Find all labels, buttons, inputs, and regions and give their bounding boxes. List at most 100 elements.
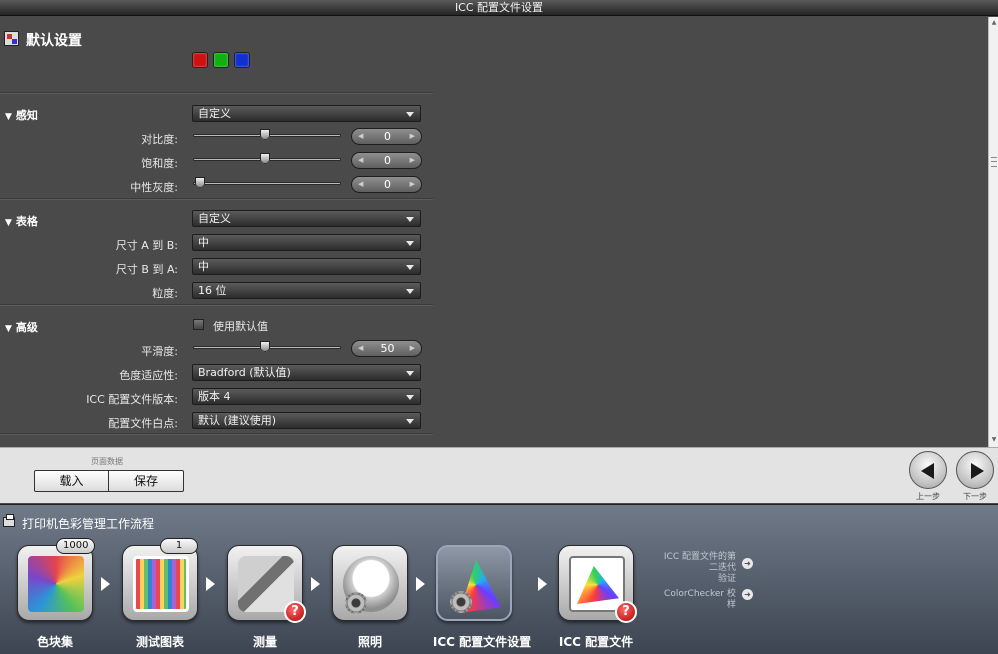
load-button[interactable]: 载入 <box>34 470 109 492</box>
increment-arrow-icon[interactable]: ▶ <box>410 156 415 164</box>
arrow-left-icon <box>921 463 934 479</box>
second-iteration-link[interactable]: ICC 配置文件的第 二迭代 验证 <box>640 552 736 585</box>
workflow-title: 打印机色彩管理工作流程 <box>22 517 155 531</box>
question-mark-icon: ? <box>615 601 637 623</box>
color-patches-icon <box>28 556 84 612</box>
second-iteration-line2: 二迭代 <box>708 563 736 573</box>
neutral-gray-stepper[interactable]: ◀ 0 ▶ <box>351 176 422 193</box>
next-step-button[interactable] <box>956 451 994 489</box>
page-title: 默认设置 <box>26 33 82 49</box>
step-patch-set-label[interactable]: 色块集 <box>10 633 100 650</box>
printer-icon <box>3 514 15 527</box>
previous-step-button[interactable] <box>909 451 947 489</box>
second-iteration-line1: ICC 配置文件的第 <box>663 552 736 562</box>
blue-channel-swatch[interactable] <box>234 52 250 68</box>
contrast-label: 对比度: <box>141 133 178 146</box>
increment-arrow-icon[interactable]: ▶ <box>410 344 415 352</box>
use-default-checkbox[interactable] <box>193 319 204 330</box>
triangle-down-icon: ▼ <box>5 112 12 122</box>
colorchecker-link[interactable]: ColorChecker 校 样 <box>640 589 736 611</box>
decrement-arrow-icon[interactable]: ◀ <box>358 344 363 352</box>
divider <box>0 433 433 435</box>
next-step-label: 下一步 <box>963 492 987 501</box>
step-icc-profile-settings-label[interactable]: ICC 配置文件设置 <box>424 633 540 650</box>
divider <box>0 198 433 200</box>
saturation-slider-thumb[interactable] <box>260 153 270 164</box>
use-default-label[interactable]: 使用默认值 <box>213 318 268 334</box>
chevron-down-icon <box>406 419 414 424</box>
table-mode-dropdown[interactable]: 自定义 <box>192 210 421 227</box>
gear-icon <box>345 592 367 614</box>
arrow-right-circle-icon[interactable]: ➜ <box>742 558 753 569</box>
icc-version-label: ICC 配置文件版本: <box>86 393 178 406</box>
section-perception-label: 感知 <box>15 109 38 122</box>
arrow-right-icon <box>971 463 984 479</box>
question-mark-icon: ? <box>284 601 306 623</box>
red-channel-swatch[interactable] <box>192 52 208 68</box>
scroll-down-icon[interactable]: ▼ <box>990 436 998 443</box>
saturation-value[interactable]: 0 <box>366 154 409 167</box>
chromatic-adaptation-dropdown[interactable]: Bradford (默认值) <box>192 364 421 381</box>
saturation-stepper[interactable]: ◀ 0 ▶ <box>351 152 422 169</box>
contrast-stepper[interactable]: ◀ 0 ▶ <box>351 128 422 145</box>
size-a-to-b-label: 尺寸 A 到 B: <box>115 239 178 252</box>
contrast-value[interactable]: 0 <box>366 130 409 143</box>
chevron-down-icon <box>406 241 414 246</box>
step-test-chart[interactable] <box>122 545 198 621</box>
section-perception-toggle[interactable]: ▼ 感知 <box>5 107 38 123</box>
smoothness-value[interactable]: 50 <box>366 342 409 355</box>
white-point-dropdown[interactable]: 默认 (建议使用) <box>192 412 421 429</box>
step-arrow-icon <box>416 577 425 591</box>
neutral-gray-slider-thumb[interactable] <box>195 177 205 188</box>
chevron-down-icon <box>406 112 414 117</box>
section-advanced-toggle[interactable]: ▼ 高级 <box>5 319 38 335</box>
neutral-gray-value[interactable]: 0 <box>366 178 409 191</box>
step-arrow-icon <box>101 577 110 591</box>
step-patch-set[interactable] <box>17 545 93 621</box>
size-a-to-b-dropdown[interactable]: 中 <box>192 234 421 251</box>
increment-arrow-icon[interactable]: ▶ <box>410 180 415 188</box>
size-b-to-a-dropdown[interactable]: 中 <box>192 258 421 275</box>
step-icc-profile-settings[interactable] <box>436 545 512 621</box>
section-table-toggle[interactable]: ▼ 表格 <box>5 213 38 229</box>
step-illumination-label[interactable]: 照明 <box>325 633 415 650</box>
smoothness-stepper[interactable]: ◀ 50 ▶ <box>351 340 422 357</box>
decrement-arrow-icon[interactable]: ◀ <box>358 180 363 188</box>
step-illumination[interactable] <box>332 545 408 621</box>
chromatic-adaptation-value: Bradford (默认值) <box>198 366 291 379</box>
precision-dropdown[interactable]: 16 位 <box>192 282 421 299</box>
section-table-label: 表格 <box>15 215 38 228</box>
increment-arrow-icon[interactable]: ▶ <box>410 132 415 140</box>
step-arrow-icon <box>311 577 320 591</box>
perception-mode-value: 自定义 <box>198 107 231 120</box>
vertical-scrollbar[interactable]: ▲ ▼ <box>988 17 998 447</box>
icc-version-dropdown[interactable]: 版本 4 <box>192 388 421 405</box>
page-footer-bar: 页面数据 载入 保存 上一步 下一步 <box>0 447 998 503</box>
test-chart-icon <box>133 556 189 612</box>
contrast-slider-thumb[interactable] <box>260 129 270 140</box>
arrow-right-circle-icon[interactable]: ➜ <box>742 589 753 600</box>
neutral-gray-slider[interactable] <box>193 182 341 185</box>
step-test-chart-label[interactable]: 测试图表 <box>115 633 205 650</box>
decrement-arrow-icon[interactable]: ◀ <box>358 156 363 164</box>
step-icc-profile-label[interactable]: ICC 配置文件 <box>550 633 642 650</box>
workflow-bar: 打印机色彩管理工作流程 1000 色块集 1 测试图表 ? 测量 照明 ICC … <box>0 504 998 654</box>
size-b-to-a-label: 尺寸 B 到 A: <box>115 263 178 276</box>
step-measure-label[interactable]: 测量 <box>220 633 310 650</box>
window-title-bar: ICC 配置文件设置 <box>0 0 998 16</box>
green-channel-swatch[interactable] <box>213 52 229 68</box>
chevron-down-icon <box>406 289 414 294</box>
size-a-to-b-value: 中 <box>198 236 209 249</box>
save-button[interactable]: 保存 <box>108 470 184 492</box>
step-arrow-icon <box>206 577 215 591</box>
decrement-arrow-icon[interactable]: ◀ <box>358 132 363 140</box>
saturation-label: 饱和度: <box>141 157 178 170</box>
perception-mode-dropdown[interactable]: 自定义 <box>192 105 421 122</box>
colorchecker-line1: ColorChecker 校 <box>664 589 736 599</box>
second-iteration-line3: 验证 <box>717 574 736 584</box>
colorchecker-line2: 样 <box>726 600 736 610</box>
patch-count-badge: 1000 <box>56 538 96 554</box>
smoothness-slider-thumb[interactable] <box>260 341 270 352</box>
scroll-up-icon[interactable]: ▲ <box>990 19 998 26</box>
scroll-grip-icon[interactable] <box>991 157 997 167</box>
